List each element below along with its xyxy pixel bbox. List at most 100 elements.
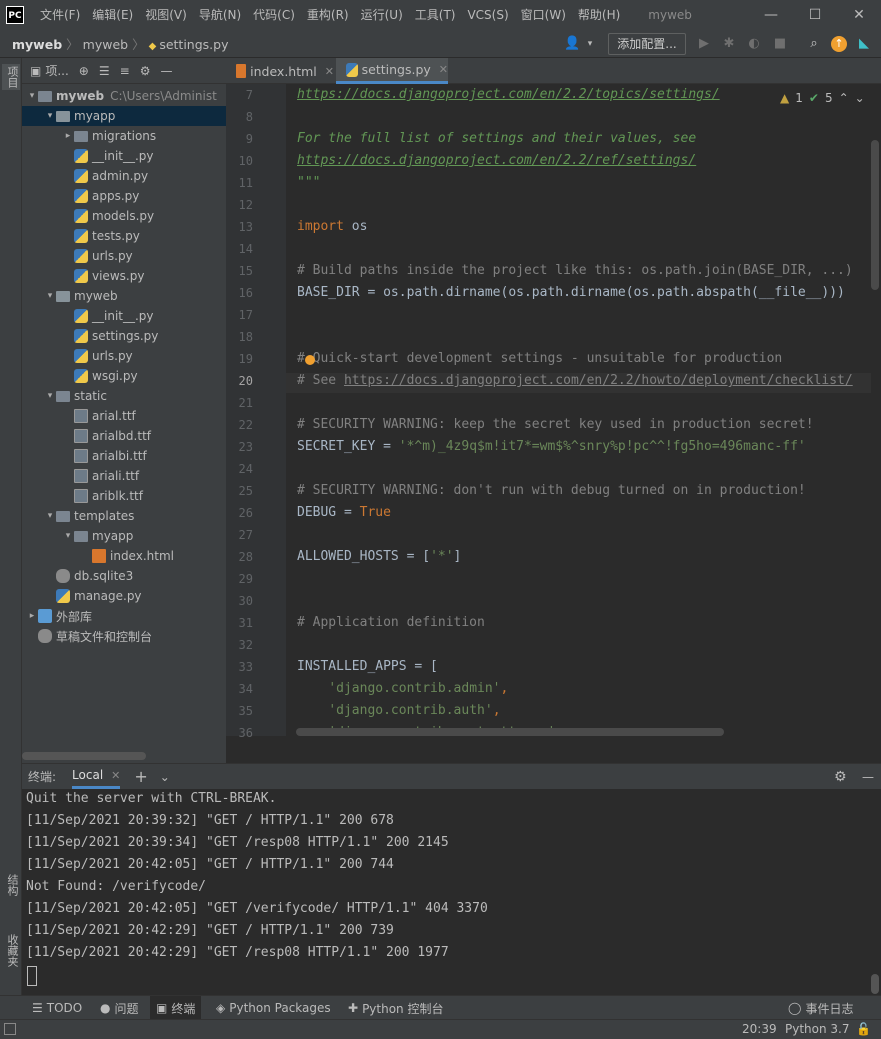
menu-item[interactable]: 代码(C): [247, 0, 301, 30]
chevron-down-icon[interactable]: ▾: [44, 511, 56, 521]
minimize-icon[interactable]: —: [749, 0, 793, 30]
tree-item[interactable]: arialbi.ttf: [22, 446, 226, 466]
expand-all-icon[interactable]: ☰: [99, 64, 110, 78]
user-icon[interactable]: 👤: [564, 36, 580, 52]
tree-item[interactable]: tests.py: [22, 226, 226, 246]
tree-item[interactable]: __init__.py: [22, 306, 226, 326]
hide-icon[interactable]: —: [160, 64, 172, 78]
chevron-down-icon[interactable]: ▾: [582, 36, 598, 52]
tree-item[interactable]: 草稿文件和控制台: [22, 626, 226, 646]
todo-tab[interactable]: ☰ TODO: [32, 996, 82, 1020]
locate-icon[interactable]: ⊕: [79, 64, 89, 78]
debug-icon[interactable]: ✱: [721, 36, 737, 52]
menu-item[interactable]: 编辑(E): [86, 0, 139, 30]
terminal-scrollbar[interactable]: [871, 974, 879, 994]
close-tab-icon[interactable]: ✕: [111, 769, 120, 782]
collapse-all-icon[interactable]: ≡: [120, 64, 130, 78]
tree-item[interactable]: ▾ myapp: [22, 526, 226, 546]
tree-item[interactable]: ▾ myweb C:\Users\Administ: [22, 86, 226, 106]
terminal-output[interactable]: Quit the server with CTRL-BREAK. [11/Sep…: [22, 789, 881, 995]
chevron-down-icon[interactable]: ▾: [44, 111, 56, 121]
editor-vertical-scrollbar[interactable]: [871, 140, 879, 290]
coverage-icon[interactable]: ◐: [746, 36, 762, 52]
maximize-icon[interactable]: ☐: [793, 0, 837, 30]
chevron-down-icon[interactable]: ▾: [44, 391, 56, 401]
tree-item[interactable]: wsgi.py: [22, 366, 226, 386]
jetbrains-icon[interactable]: ◣: [856, 36, 872, 52]
menu-item[interactable]: 重构(R): [301, 0, 355, 30]
favorites-tool-tab[interactable]: 收藏夹: [2, 934, 20, 967]
menu-item[interactable]: 文件(F): [34, 0, 86, 30]
code-editor[interactable]: https://docs.djangoproject.com/en/2.2/to…: [286, 84, 871, 736]
close-tab-icon[interactable]: ✕: [325, 65, 334, 78]
settings-icon[interactable]: ⚙: [140, 64, 151, 78]
update-icon[interactable]: ↑: [831, 36, 847, 52]
tree-item[interactable]: apps.py: [22, 186, 226, 206]
tree-item[interactable]: arial.ttf: [22, 406, 226, 426]
inspection-widget[interactable]: ▲ 1 ✔ 5 ⌃ ⌄: [780, 91, 865, 105]
tree-item[interactable]: ▾ myweb: [22, 286, 226, 306]
chevron-right-icon[interactable]: ▸: [26, 611, 38, 621]
breadcrumb-file[interactable]: settings.py: [159, 37, 228, 52]
chevron-down-icon[interactable]: ⌄: [160, 770, 170, 784]
breadcrumb-project[interactable]: myweb: [12, 37, 62, 52]
tab-settings-py[interactable]: settings.py ✕: [336, 58, 448, 84]
chevron-up-icon[interactable]: ⌃: [839, 91, 849, 105]
tree-item[interactable]: arialbd.ttf: [22, 426, 226, 446]
tree-item[interactable]: index.html: [22, 546, 226, 566]
project-view-selector[interactable]: 项...: [45, 62, 68, 79]
menu-item[interactable]: 帮助(H): [572, 0, 626, 30]
structure-tool-tab[interactable]: 结构: [2, 874, 20, 896]
tree-item[interactable]: ▾ templates: [22, 506, 226, 526]
layout-icon[interactable]: [4, 1023, 16, 1035]
chevron-right-icon[interactable]: ▸: [62, 131, 74, 141]
tree-item[interactable]: ▸ 外部库: [22, 606, 226, 626]
problems-tab[interactable]: ● 问题: [100, 996, 139, 1020]
terminal-tab[interactable]: ▣ 终端: [150, 996, 202, 1020]
tab-local[interactable]: Local ✕: [72, 764, 121, 789]
tree-item[interactable]: ariblk.ttf: [22, 486, 226, 506]
chevron-down-icon[interactable]: ▾: [62, 531, 74, 541]
close-tab-icon[interactable]: ✕: [439, 63, 448, 76]
tree-item[interactable]: ▸ migrations: [22, 126, 226, 146]
python-console-tab[interactable]: ✚ Python 控制台: [348, 996, 443, 1020]
tree-item[interactable]: ariali.ttf: [22, 466, 226, 486]
stop-icon[interactable]: ■: [772, 36, 788, 52]
chevron-down-icon[interactable]: ⌄: [855, 91, 865, 105]
add-configuration-button[interactable]: 添加配置...: [608, 33, 686, 55]
python-packages-tab[interactable]: ◈ Python Packages: [216, 996, 331, 1020]
tree-item[interactable]: __init__.py: [22, 146, 226, 166]
menu-item[interactable]: 工具(T): [409, 0, 462, 30]
tree-item[interactable]: urls.py: [22, 346, 226, 366]
chevron-down-icon[interactable]: ▾: [26, 91, 38, 101]
menu-item[interactable]: 运行(U): [355, 0, 409, 30]
breadcrumb-folder[interactable]: myweb: [83, 37, 128, 52]
python-interpreter[interactable]: Python 3.7: [785, 1022, 850, 1036]
tree-item[interactable]: settings.py: [22, 326, 226, 346]
tree-item[interactable]: urls.py: [22, 246, 226, 266]
tree-item[interactable]: ▾ myapp: [22, 106, 226, 126]
tree-item[interactable]: views.py: [22, 266, 226, 286]
tree-item[interactable]: ▾ static: [22, 386, 226, 406]
chevron-down-icon[interactable]: ▾: [44, 291, 56, 301]
tree-item[interactable]: admin.py: [22, 166, 226, 186]
run-icon[interactable]: ▶: [696, 36, 712, 52]
close-icon[interactable]: ✕: [837, 0, 881, 30]
event-log-tab[interactable]: ◯ 事件日志: [788, 996, 853, 1020]
project-tool-tab[interactable]: 项目: [2, 64, 20, 90]
project-scrollbar[interactable]: [22, 752, 146, 760]
menu-item[interactable]: 窗口(W): [515, 0, 572, 30]
tree-item[interactable]: models.py: [22, 206, 226, 226]
tree-item[interactable]: db.sqlite3: [22, 566, 226, 586]
tree-item[interactable]: manage.py: [22, 586, 226, 606]
caret-position[interactable]: 20:39: [742, 1022, 777, 1036]
hide-icon[interactable]: —: [862, 770, 874, 784]
menu-item[interactable]: 视图(V): [139, 0, 193, 30]
menu-item[interactable]: VCS(S): [461, 0, 514, 30]
add-icon[interactable]: +: [134, 767, 147, 786]
search-icon[interactable]: ⌕: [806, 36, 822, 52]
menu-item[interactable]: 导航(N): [193, 0, 247, 30]
gear-icon[interactable]: ⚙: [834, 769, 847, 785]
lightbulb-icon[interactable]: [305, 355, 315, 365]
lock-icon[interactable]: 🔓: [856, 1022, 871, 1036]
